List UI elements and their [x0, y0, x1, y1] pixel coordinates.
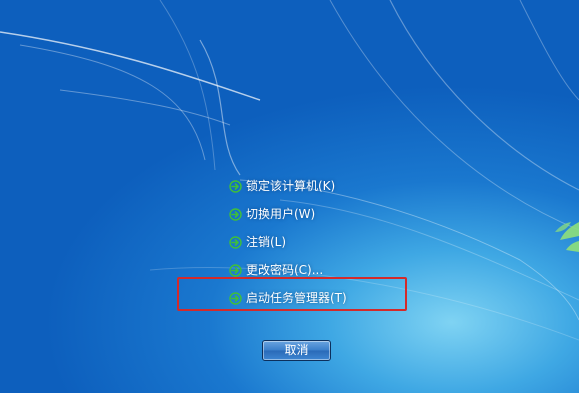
menu-item-label: 锁定该计算机(K) — [246, 179, 336, 193]
menu-item-lock-computer[interactable]: 锁定该计算机(K) — [229, 172, 347, 200]
menu-item-label: 注销(L) — [246, 235, 287, 249]
cancel-button[interactable]: 取消 — [262, 340, 331, 361]
green-arrow-icon — [229, 263, 242, 277]
menu-item-label: 启动任务管理器(T) — [246, 291, 347, 305]
green-arrow-icon — [229, 179, 242, 193]
options-menu: 锁定该计算机(K) 切换用户(W) 注销(L) 更改密码(C)... 启动任务管… — [229, 172, 347, 312]
green-arrow-icon — [229, 207, 242, 221]
menu-item-switch-user[interactable]: 切换用户(W) — [229, 200, 347, 228]
green-arrow-icon — [229, 235, 242, 249]
menu-item-change-password[interactable]: 更改密码(C)... — [229, 256, 347, 284]
menu-item-log-off[interactable]: 注销(L) — [229, 228, 347, 256]
green-arrow-icon — [229, 291, 242, 305]
menu-item-label: 更改密码(C)... — [246, 263, 324, 277]
menu-item-label: 切换用户(W) — [246, 207, 316, 221]
menu-item-start-task-manager[interactable]: 启动任务管理器(T) — [229, 284, 347, 312]
